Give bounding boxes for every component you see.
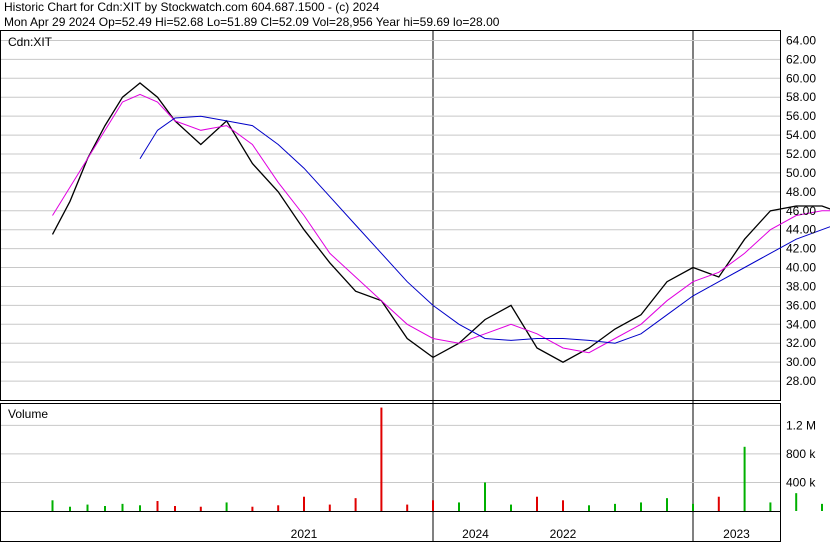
price-tick-label: 64.00 xyxy=(786,33,816,47)
volume-tick-label: 1.2 M xyxy=(786,418,816,432)
volume-bar xyxy=(225,502,228,511)
year-tick-label: 2023 xyxy=(723,527,750,541)
volume-bar xyxy=(821,503,823,511)
price-tick-label: 46.00 xyxy=(786,204,816,218)
volume-bar xyxy=(121,503,124,511)
volume-bar xyxy=(199,506,202,511)
volume-bar xyxy=(139,505,141,511)
price-tick-label: 44.00 xyxy=(786,223,816,237)
volume-bar xyxy=(251,506,254,511)
price-tick-label: 62.00 xyxy=(786,52,816,66)
price-tick-label: 60.00 xyxy=(786,71,816,85)
price-tick-label: 52.00 xyxy=(786,147,816,161)
price-tick-label: 50.00 xyxy=(786,166,816,180)
price-panel-label: Cdn:XIT xyxy=(8,35,53,49)
year-tick-label: 2022 xyxy=(550,527,577,541)
volume-bar xyxy=(174,506,176,511)
volume-bar xyxy=(406,504,409,511)
volume-bar xyxy=(666,498,668,511)
volume-bar xyxy=(692,503,694,511)
volume-bar xyxy=(510,504,512,511)
price-tick-label: 34.00 xyxy=(786,317,816,331)
volume-bar xyxy=(277,505,280,511)
price-panel-frame xyxy=(0,30,781,401)
volume-panel-frame xyxy=(0,403,781,512)
volume-bar xyxy=(86,504,89,511)
volume-bar xyxy=(104,506,106,511)
volume-bar xyxy=(303,496,305,511)
volume-bar xyxy=(536,496,538,511)
volume-bar xyxy=(156,501,159,511)
year-tick-label: 2021 xyxy=(291,527,318,541)
price-tick-label: 56.00 xyxy=(786,109,816,123)
volume-bar xyxy=(354,498,357,511)
year-axis-frame xyxy=(0,511,781,542)
stock-chart: 28.00 30.00 32.00 34.00 36.00 38.00 40.00 42.00… xyxy=(0,30,830,542)
volume-bar xyxy=(640,502,642,511)
volume-bar xyxy=(717,496,720,511)
price-tick-label: 54.00 xyxy=(786,128,816,142)
price-tick-label: 28.00 xyxy=(786,374,816,388)
volume-bar xyxy=(380,407,383,511)
volume-bar xyxy=(769,502,772,511)
volume-bar xyxy=(484,482,486,511)
volume-bar xyxy=(588,505,590,511)
price-tick-label: 40.00 xyxy=(786,261,816,275)
volume-bar xyxy=(795,493,798,511)
price-tick-label: 38.00 xyxy=(786,279,816,293)
volume-bar xyxy=(562,500,564,511)
volume-bar xyxy=(328,504,331,511)
volume-bar xyxy=(614,503,616,511)
price-tick-label: 36.00 xyxy=(786,298,816,312)
volume-panel-label: Volume xyxy=(8,407,48,421)
price-tick-label: 48.00 xyxy=(786,185,816,199)
volume-tick-label: 400 k xyxy=(786,475,816,489)
volume-bar xyxy=(69,506,71,511)
price-tick-label: 58.00 xyxy=(786,90,816,104)
volume-bar xyxy=(432,500,434,511)
price-tick-label: 32.00 xyxy=(786,336,816,350)
price-tick-label: 42.00 xyxy=(786,242,816,256)
volume-bar xyxy=(51,500,54,511)
volume-tick-label: 800 k xyxy=(786,447,816,461)
volume-bar xyxy=(458,502,460,511)
volume-bar xyxy=(743,446,746,511)
year-tick-label: 2024 xyxy=(462,527,489,541)
price-tick-label: 30.00 xyxy=(786,355,816,369)
